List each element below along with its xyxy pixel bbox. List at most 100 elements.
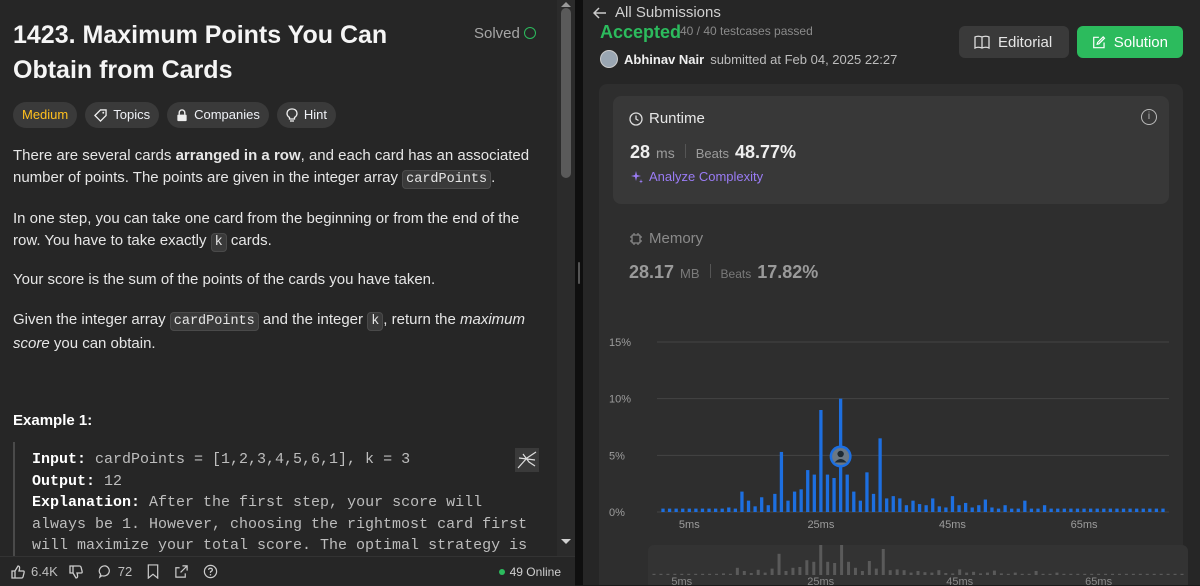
minimap-bar <box>826 561 830 575</box>
help-button[interactable] <box>203 564 218 579</box>
minimap-bar <box>833 563 837 575</box>
minimap-tick-label: 5ms <box>671 576 692 585</box>
minimap-bar <box>777 553 781 575</box>
problem-scrollbar[interactable] <box>557 0 575 556</box>
testcases-passed: 40 / 40 testcases passed <box>680 24 813 38</box>
companies-label: Companies <box>194 107 260 122</box>
minimap-tick-label: 45ms <box>946 576 973 585</box>
chart-bar <box>694 508 698 512</box>
chart-bar <box>957 505 961 512</box>
chart-bar <box>904 505 909 512</box>
minimap-chart[interactable]: 5ms 25ms 45ms 65ms <box>648 535 1188 585</box>
minimap-bar <box>1104 573 1108 575</box>
title-line-1: 1423. Maximum Points You Can <box>13 21 388 49</box>
runtime-distribution-chart[interactable]: 15% 10% 5% 0% 5ms 25ms 45ms 65ms <box>599 84 1183 544</box>
chart-bar <box>746 500 751 512</box>
minimap-bar <box>1027 573 1031 575</box>
chart-bar <box>1115 508 1119 512</box>
example-output-label: Output: <box>32 472 96 490</box>
share-button[interactable] <box>174 564 189 579</box>
chart-bar <box>766 505 770 512</box>
minimap-bar <box>1020 573 1024 575</box>
desc-text: Given the integer array <box>13 311 170 328</box>
minimap-bar <box>687 573 691 575</box>
tag-icon <box>94 108 107 122</box>
minimap-bar <box>1166 573 1170 575</box>
minimap-bar <box>784 571 788 575</box>
example-explanation-label: Explanation: <box>32 494 141 511</box>
scroll-thumb[interactable] <box>561 8 571 178</box>
desc-text: There are several cards <box>13 147 176 164</box>
chart-bar <box>819 410 823 512</box>
minimap-bar <box>979 573 983 575</box>
help-circle-icon <box>204 564 218 579</box>
difficulty-tag[interactable]: Medium <box>13 102 78 128</box>
y-tick-label: 5% <box>609 450 625 462</box>
like-button[interactable]: 6.4K <box>10 564 58 580</box>
companies-tag[interactable]: Companies <box>167 102 269 128</box>
chart-bar <box>865 472 869 512</box>
dislike-button[interactable] <box>68 564 84 580</box>
scroll-up-arrow[interactable] <box>561 2 571 7</box>
panel-divider[interactable] <box>575 0 583 585</box>
chart-bar <box>687 508 691 512</box>
chart-bar <box>1154 508 1159 512</box>
minimap-bar <box>840 535 844 575</box>
book-icon <box>974 35 990 49</box>
desc-text: and the integer <box>258 311 368 328</box>
all-submissions-link[interactable]: All Submissions <box>593 4 721 21</box>
chart-bar <box>1049 508 1053 512</box>
solution-button[interactable]: Solution <box>1077 26 1183 58</box>
description-paragraph-4: Given the integer array cardPoints and t… <box>13 309 533 355</box>
example-input-value: cardPoints = [1,2,3,4,5,6,1], k = 3 <box>86 451 411 468</box>
chart-bar <box>990 507 994 512</box>
chart-bar <box>727 507 731 512</box>
chart-bar <box>1075 508 1080 512</box>
desc-text: cards. <box>226 232 272 249</box>
divider-grip[interactable] <box>578 262 580 284</box>
minimap-bar <box>770 568 774 575</box>
minimap-bar <box>944 573 948 575</box>
example-block: Input: cardPoints = [1,2,3,4,5,6,1], k =… <box>13 442 543 562</box>
minimap-bar <box>763 572 767 575</box>
minimap-bar <box>1034 571 1038 575</box>
chart-range-minimap[interactable]: 5ms 25ms 45ms 65ms <box>648 535 1188 585</box>
chart-bar <box>700 508 705 512</box>
solution-label: Solution <box>1113 33 1168 51</box>
scroll-down-arrow[interactable] <box>561 539 571 544</box>
chart-bar <box>983 499 988 512</box>
chart-bar <box>832 478 836 512</box>
chart-bar <box>786 500 790 512</box>
chart-bar <box>963 502 968 512</box>
minimap-bar <box>985 572 989 575</box>
minimap-bar <box>1117 573 1121 575</box>
topics-tag[interactable]: Topics <box>85 102 160 128</box>
example-image-icon[interactable] <box>515 448 539 472</box>
example-output-value: 12 <box>95 472 123 490</box>
topics-label: Topics <box>113 107 151 122</box>
editorial-button[interactable]: Editorial <box>959 26 1069 58</box>
chart-bar <box>878 438 882 512</box>
chart-bar <box>661 508 665 512</box>
minimap-bar <box>847 561 851 575</box>
minimap-bar <box>1111 573 1115 575</box>
chart-bar <box>720 508 724 512</box>
comments-button[interactable]: 72 <box>98 564 132 579</box>
minimap-bar <box>1006 573 1010 575</box>
author-name[interactable]: Abhinav Nair <box>624 52 704 67</box>
chart-bar <box>760 497 764 512</box>
check-circle-icon <box>523 27 536 39</box>
lock-icon <box>177 108 187 121</box>
chart-bar <box>1108 508 1113 512</box>
minimap-bar <box>853 567 857 575</box>
minimap-bar <box>812 561 816 575</box>
minimap-bar <box>1055 572 1059 575</box>
minimap-bar <box>1159 573 1163 575</box>
minimap-bar <box>708 573 712 575</box>
avatar[interactable] <box>600 50 618 68</box>
favorite-button[interactable] <box>146 564 160 579</box>
example-input-label: Input: <box>32 451 87 468</box>
hint-tag[interactable]: Hint <box>276 102 336 128</box>
online-dot <box>498 569 505 575</box>
minimap-bar <box>1062 573 1066 575</box>
